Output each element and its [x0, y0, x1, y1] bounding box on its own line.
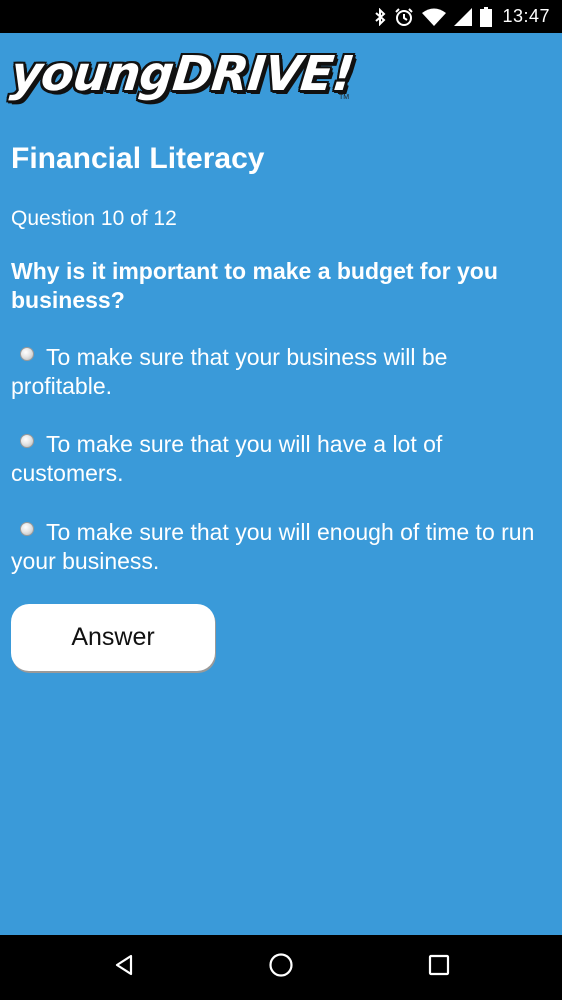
back-icon [112, 953, 136, 982]
radio-button[interactable] [20, 522, 34, 536]
navigation-bar [0, 935, 562, 1000]
logo-trademark: TM [339, 94, 350, 101]
answer-option-1[interactable]: To make sure that your business will be … [11, 343, 551, 401]
battery-icon [480, 6, 493, 27]
home-icon [268, 952, 294, 983]
answer-option-3[interactable]: To make sure that you will enough of tim… [11, 518, 551, 576]
cellular-signal-icon [454, 7, 473, 26]
youngdrive-logo: youngDRIVE! TM [8, 44, 356, 106]
back-button[interactable] [84, 935, 164, 1000]
bluetooth-icon [374, 7, 386, 26]
status-time: 13:47 [502, 6, 550, 26]
question-text: Why is it important to make a budget for… [11, 258, 498, 313]
wifi-icon [422, 8, 447, 26]
radio-button[interactable] [20, 434, 34, 448]
status-bar: 13:47 [0, 0, 562, 33]
logo-text: youngDRIVE! [8, 46, 357, 102]
question-counter: Question 10 of 12 [11, 207, 177, 230]
recents-icon [427, 953, 451, 982]
answer-option-2[interactable]: To make sure that you will have a lot of… [11, 430, 551, 488]
page-title: Financial Literacy [11, 142, 265, 175]
home-button[interactable] [241, 935, 321, 1000]
option-label: To make sure that you will enough of tim… [11, 519, 535, 574]
recents-button[interactable] [399, 935, 479, 1000]
answer-button[interactable]: Answer [11, 604, 215, 671]
alarm-icon [394, 7, 414, 27]
option-label: To make sure that your business will be … [11, 344, 448, 399]
option-label: To make sure that you will have a lot of… [11, 431, 443, 486]
radio-button[interactable] [20, 347, 34, 361]
quiz-screen: youngDRIVE! TM Financial Literacy Questi… [0, 33, 562, 935]
